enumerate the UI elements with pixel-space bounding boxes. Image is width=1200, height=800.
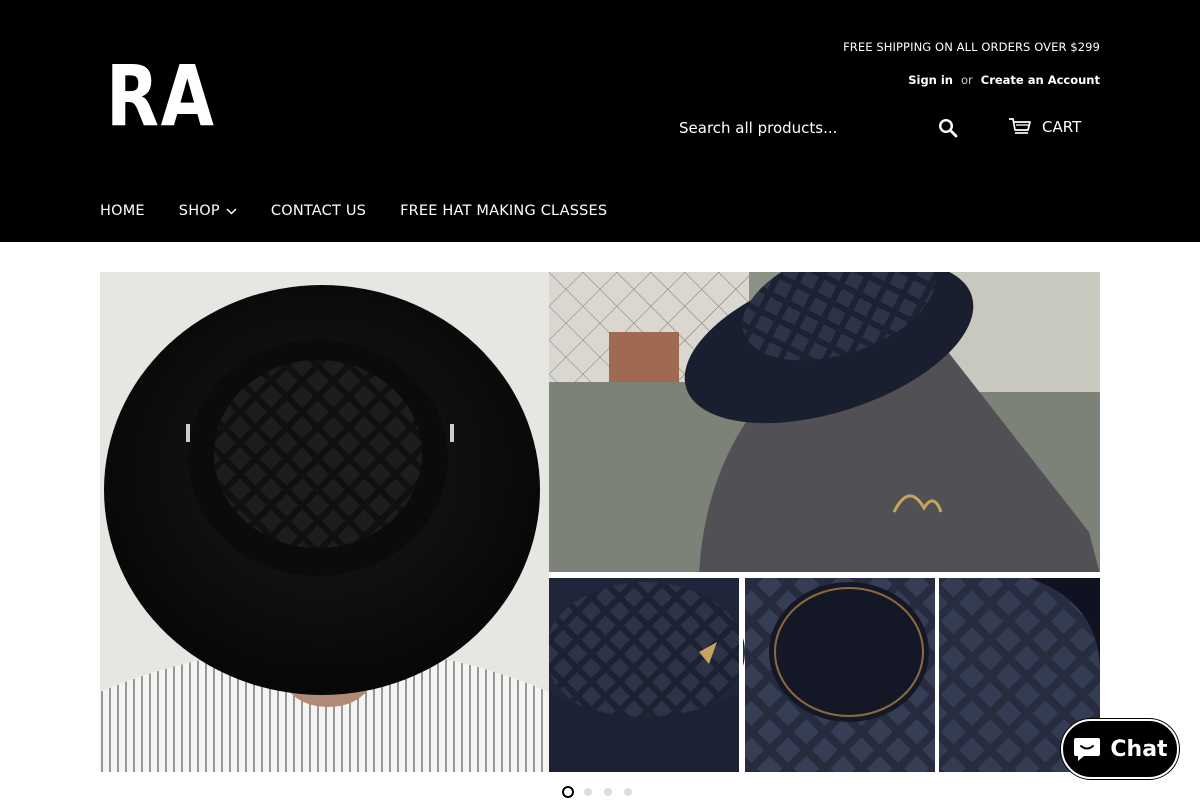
chat-bubble-icon xyxy=(1074,738,1101,761)
main-nav: HOME SHOP CONTACT US FREE HAT MAKING CLA… xyxy=(100,203,641,219)
nav-item-shop[interactable]: SHOP xyxy=(179,203,237,219)
search-form xyxy=(664,108,968,148)
slideshow-pagination xyxy=(562,786,634,798)
hero-image-hat-collage xyxy=(545,272,1100,772)
nav-item-label: CONTACT US xyxy=(270,203,367,219)
hero-image-hat-top-view xyxy=(100,272,549,772)
cart-link[interactable]: CART xyxy=(1008,114,1081,140)
nav-item-contact-us[interactable]: CONTACT US xyxy=(271,203,366,219)
slide-dot-4[interactable] xyxy=(622,786,634,798)
hero-slideshow[interactable] xyxy=(100,272,1100,772)
create-account-link[interactable]: Create an Account xyxy=(981,73,1100,87)
slide-dot-3[interactable] xyxy=(602,786,614,798)
account-links: Sign in or Create an Account xyxy=(908,73,1100,87)
nav-item-label: SHOP xyxy=(178,203,220,219)
logo-text: RA xyxy=(106,47,216,145)
or-separator: or xyxy=(961,73,973,87)
sign-in-link[interactable]: Sign in xyxy=(908,73,953,87)
slide-dot-2[interactable] xyxy=(582,786,594,798)
nav-item-label: FREE HAT MAKING CLASSES xyxy=(400,203,608,219)
slide-dot-1[interactable] xyxy=(562,786,574,798)
free-shipping-banner: FREE SHIPPING ON ALL ORDERS OVER $299 xyxy=(843,40,1100,54)
search-input[interactable] xyxy=(664,108,928,148)
chat-button[interactable]: Chat xyxy=(1061,719,1179,779)
chevron-down-icon xyxy=(226,207,237,215)
nav-item-label: HOME xyxy=(100,203,145,219)
nav-item-free-hat-making-classes[interactable]: FREE HAT MAKING CLASSES xyxy=(400,203,607,219)
search-button[interactable] xyxy=(928,108,968,148)
cart-icon xyxy=(1009,118,1031,134)
site-header: RA FREE SHIPPING ON ALL ORDERS OVER $299… xyxy=(0,0,1200,242)
cart-label: CART xyxy=(1042,118,1082,136)
chat-label: Chat xyxy=(1110,736,1168,762)
site-logo[interactable]: RA xyxy=(106,52,214,140)
search-icon xyxy=(938,118,958,138)
nav-item-home[interactable]: HOME xyxy=(100,203,145,219)
